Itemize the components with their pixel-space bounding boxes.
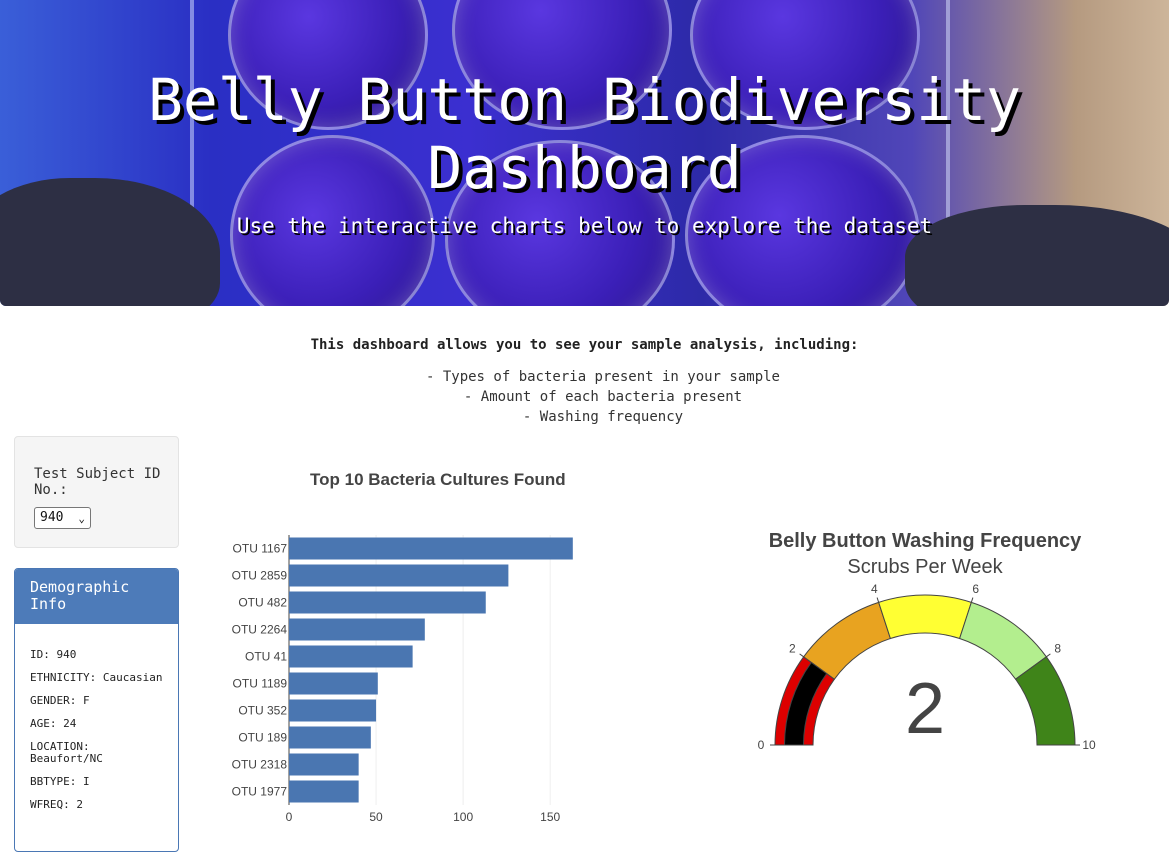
gauge-tick-label: 4 <box>871 582 878 596</box>
subject-id-select[interactable]: 940 ⌄ <box>34 507 91 529</box>
bar[interactable] <box>289 726 371 749</box>
bar[interactable] <box>289 591 486 614</box>
gauge-value: 2 <box>905 669 945 749</box>
demographic-row: ETHNICITY: Caucasian <box>30 671 163 684</box>
gauge-tick <box>799 653 804 658</box>
x-tick-label: 150 <box>540 810 560 824</box>
y-tick-label: OTU 41 <box>245 650 287 664</box>
gauge-tick <box>876 597 880 603</box>
y-tick-label: OTU 352 <box>238 704 287 718</box>
y-tick-label: OTU 2264 <box>232 623 288 637</box>
bar[interactable] <box>289 699 377 722</box>
subject-selector-panel: Test Subject ID No.: 940 ⌄ <box>14 436 179 548</box>
x-tick-label: 100 <box>453 810 473 824</box>
demographic-info-title: Demographic Info <box>15 569 178 624</box>
y-tick-label: OTU 1189 <box>233 677 288 691</box>
y-tick-label: OTU 2318 <box>232 758 288 772</box>
demographic-info-panel: Demographic Info ID: 940 ETHNICITY: Cauc… <box>14 568 179 852</box>
gauge-tick <box>1046 653 1051 658</box>
bar[interactable] <box>289 618 425 641</box>
demographic-row: LOCATION: Beaufort/NC <box>30 740 103 765</box>
bar-chart[interactable]: 0 50 100 150 OTU 1167 OTU 2859 OTU 482 OTU 2264… <box>220 520 600 830</box>
x-tick-label: 0 <box>286 810 293 824</box>
gauge-chart-title: Belly Button Washing Frequency <box>768 530 1082 552</box>
y-tick-label: OTU 1167 <box>233 542 288 556</box>
gauge-chart[interactable]: 0 2 4 6 8 10 2 <box>750 580 1110 760</box>
bar[interactable] <box>289 672 378 695</box>
bar-chart-title: Top 10 Bacteria Cultures Found <box>310 470 566 489</box>
page-title: Belly Button Biodiversity Dashboard <box>148 66 1021 202</box>
intro-item: - Amount of each bacteria present <box>463 389 743 405</box>
subject-id-selected-value: 940 <box>40 510 64 525</box>
intro-item: - Types of bacteria present in your samp… <box>425 369 780 385</box>
y-tick-label: OTU 482 <box>238 596 287 610</box>
hero-banner: Belly Button Biodiversity Dashboard Use … <box>0 0 1169 306</box>
demographic-row: AGE: 24 <box>30 717 77 730</box>
gauge-tick-label: 0 <box>758 738 765 752</box>
gauge-tick <box>970 597 974 603</box>
demographic-info-body: ID: 940 ETHNICITY: Caucasian GENDER: F A… <box>15 624 178 811</box>
bar[interactable] <box>289 537 573 560</box>
demographic-row: BBTYPE: I <box>30 775 90 788</box>
bar[interactable] <box>289 645 413 668</box>
intro-heading: This dashboard allows you to see your sa… <box>310 337 859 353</box>
gauge-tick-label: 8 <box>1054 642 1061 656</box>
gauge-tick-label: 6 <box>972 582 979 596</box>
gauge-tick-label: 2 <box>789 642 796 656</box>
intro-list: - Types of bacteria present in your samp… <box>36 367 1169 427</box>
subject-selector-label: Test Subject ID No.: <box>34 466 161 498</box>
gauge-step <box>878 594 972 640</box>
x-tick-label: 50 <box>369 810 383 824</box>
chevron-down-icon: ⌄ <box>78 512 85 525</box>
demographic-row: ID: 940 <box>30 648 77 661</box>
y-tick-label: OTU 2859 <box>232 569 288 583</box>
page-subtitle: Use the interactive charts below to expl… <box>236 214 933 238</box>
bar[interactable] <box>289 780 359 803</box>
bar[interactable] <box>289 564 509 587</box>
y-tick-label: OTU 189 <box>238 731 287 745</box>
gauge-chart-subtitle: Scrubs Per Week <box>847 556 1003 578</box>
bar[interactable] <box>289 753 359 776</box>
y-tick-label: OTU 1977 <box>232 785 288 799</box>
demographic-row: WFREQ: 2 <box>30 798 83 811</box>
demographic-row: GENDER: F <box>30 694 90 707</box>
gauge-tick-label: 10 <box>1082 738 1096 752</box>
intro-item: - Washing frequency <box>522 409 684 425</box>
